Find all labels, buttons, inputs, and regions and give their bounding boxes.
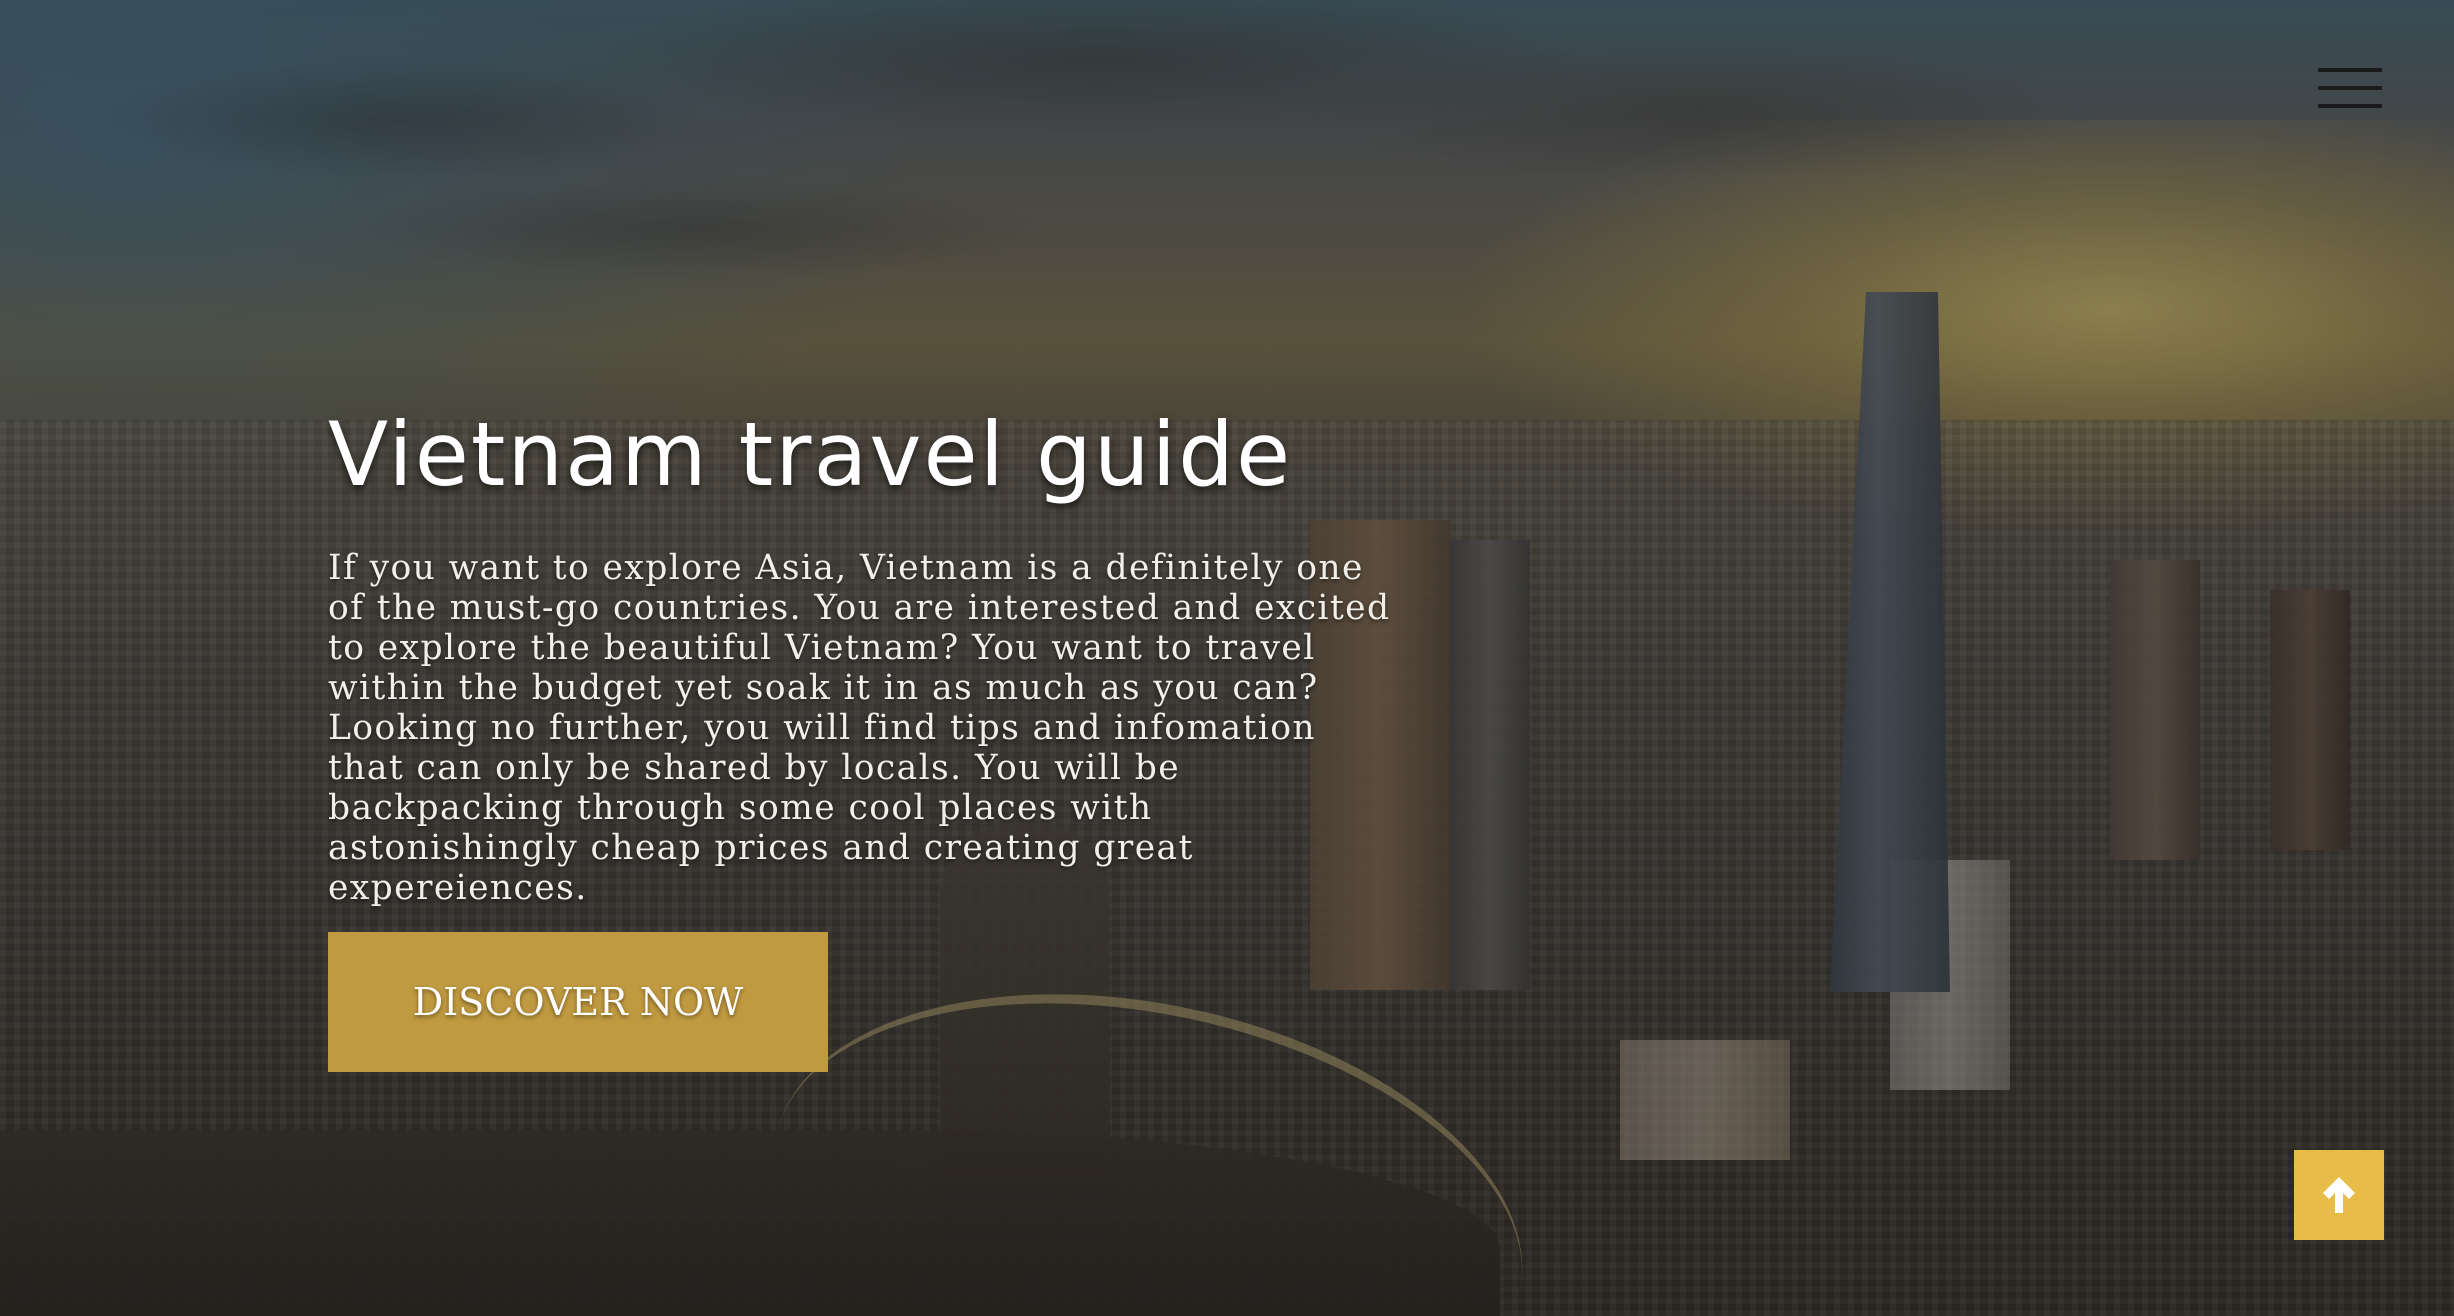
hamburger-menu-icon[interactable] xyxy=(2318,66,2382,110)
menu-bar xyxy=(2318,104,2382,108)
page-title: Vietnam travel guide xyxy=(328,403,1293,506)
hero-content: Vietnam travel guide If you want to expl… xyxy=(328,400,1408,908)
menu-bar xyxy=(2318,68,2382,72)
hero-description: If you want to explore Asia, Vietnam is … xyxy=(328,548,1391,908)
menu-bar xyxy=(2318,86,2382,90)
arrow-up-icon xyxy=(2323,1177,2355,1213)
discover-now-label: DISCOVER NOW xyxy=(412,980,744,1024)
scroll-to-top-button[interactable] xyxy=(2294,1150,2384,1240)
discover-now-button[interactable]: DISCOVER NOW xyxy=(328,932,828,1072)
hero-section: Vietnam travel guide If you want to expl… xyxy=(0,0,2454,1316)
